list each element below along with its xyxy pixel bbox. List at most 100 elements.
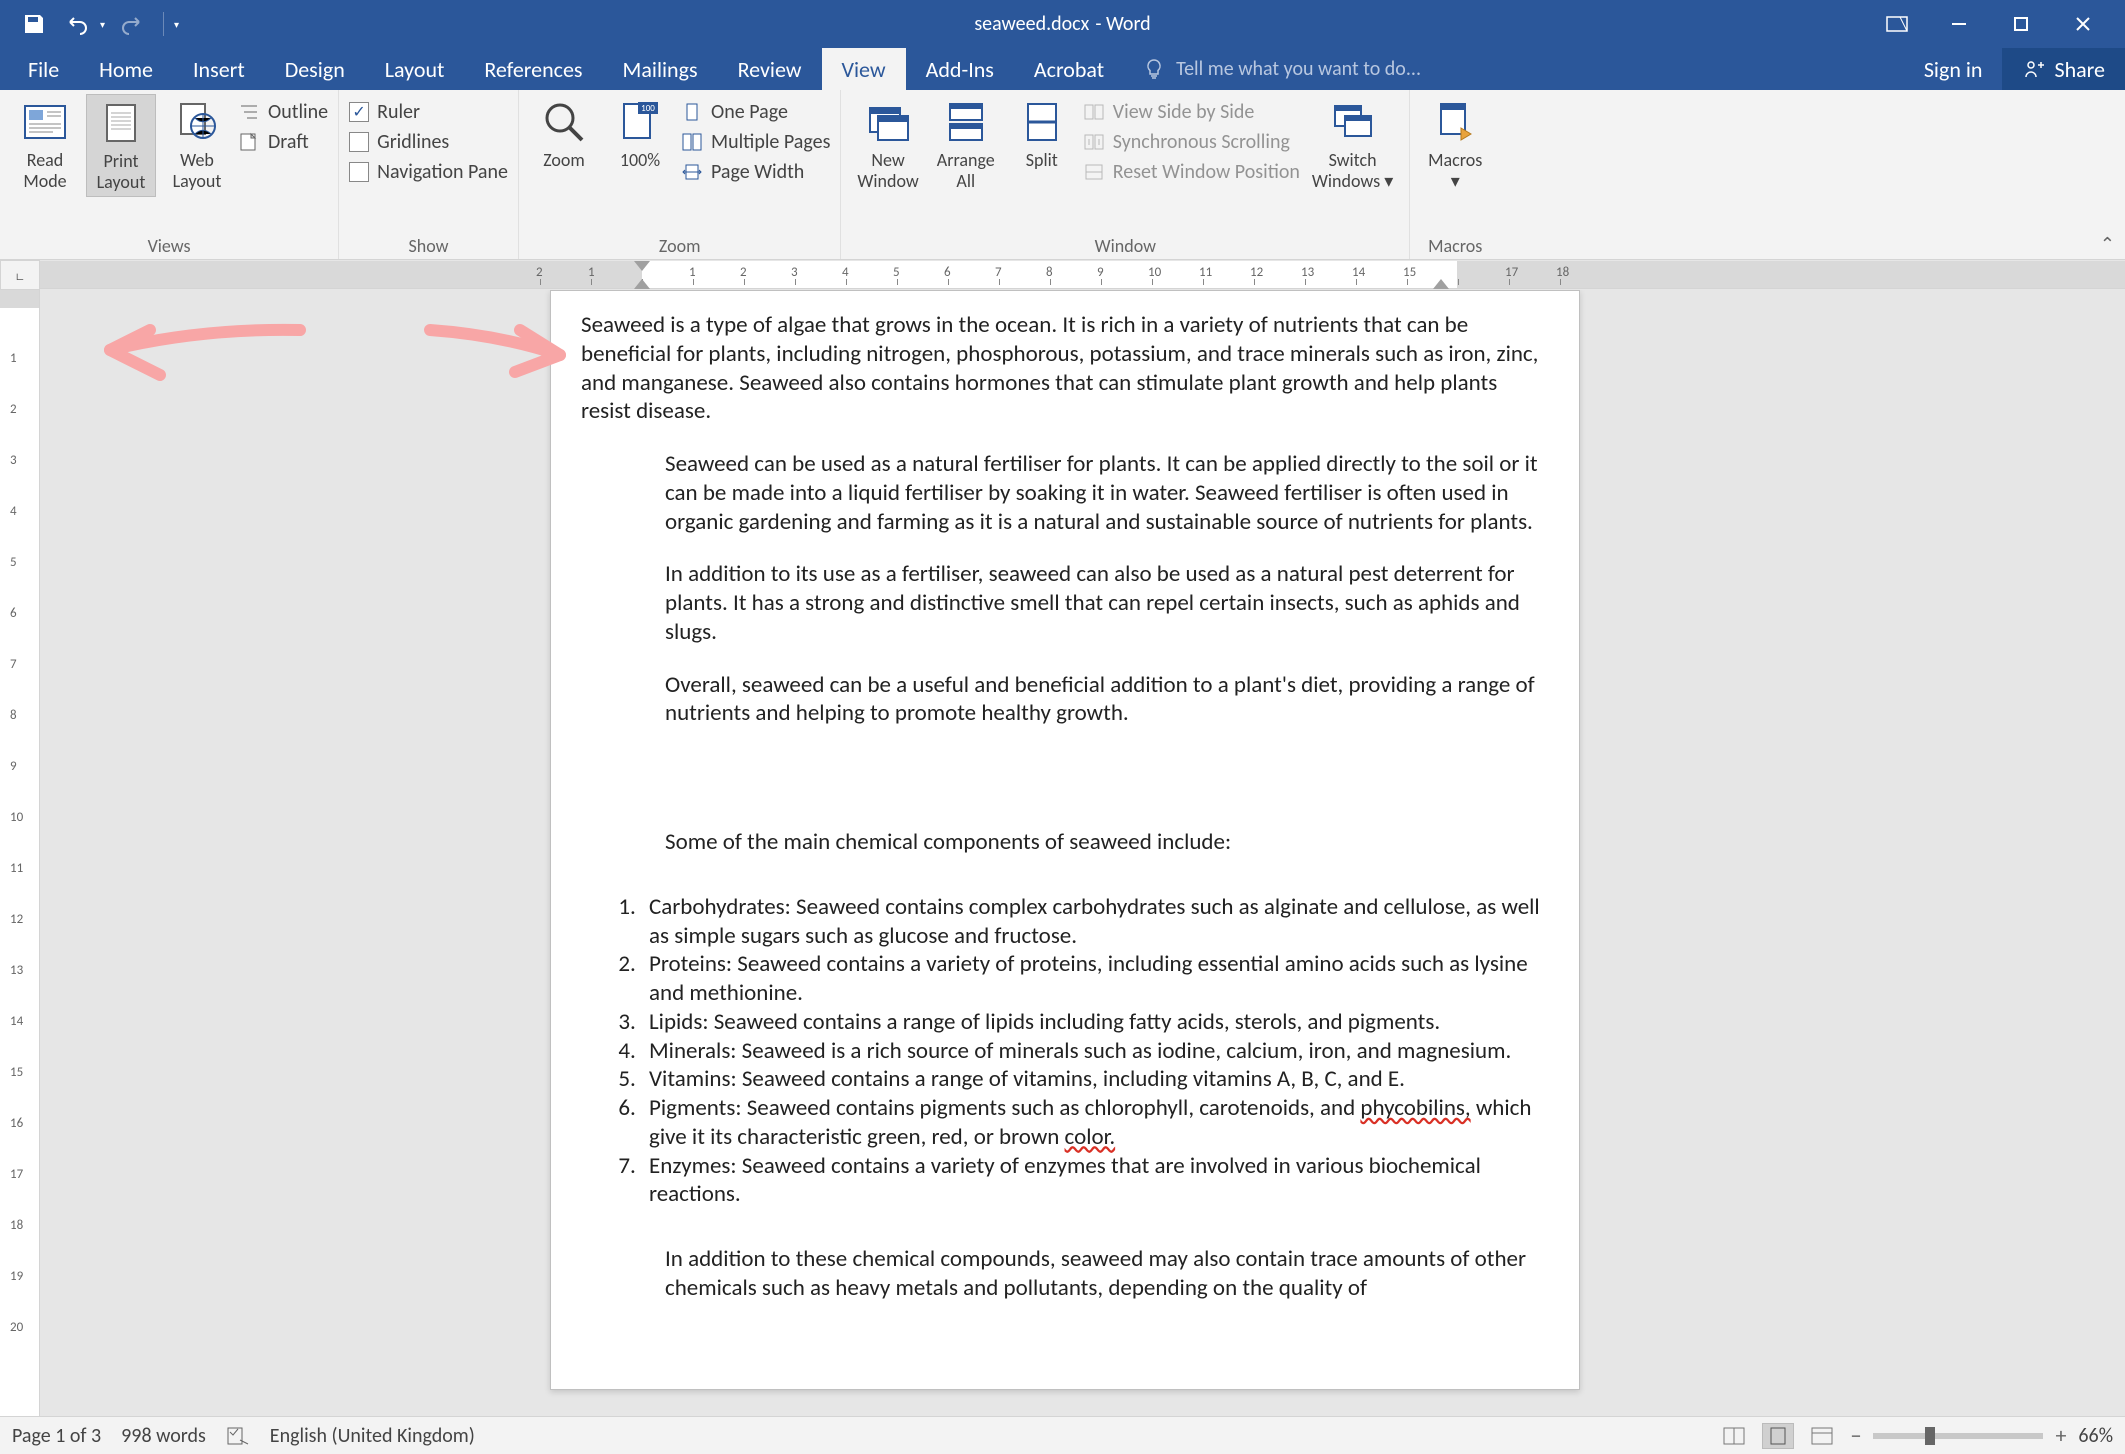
vertical-ruler[interactable]: 1234567891011121314151617181920 [0,290,40,1416]
page-width-button[interactable]: Page Width [681,160,830,184]
list-item[interactable]: Carbohydrates: Seaweed contains complex … [641,893,1549,951]
arrange-all-icon [942,98,990,146]
list-item[interactable]: Proteins: Seaweed contains a variety of … [641,950,1549,1008]
ruler-row: ∟ 211234567891011121314151718 [0,260,2125,290]
zoom-level[interactable]: 66% [2078,1424,2113,1448]
split-icon [1018,98,1066,146]
zoom-in-button[interactable]: + [2055,1422,2066,1449]
split-button[interactable]: Split [1007,94,1077,175]
web-layout-icon [173,98,221,146]
tab-references[interactable]: References [464,48,602,90]
synchronous-scrolling-button[interactable]: Synchronous Scrolling [1083,130,1300,154]
read-mode-view-button[interactable] [1718,1423,1750,1449]
paragraph[interactable]: Seaweed is a type of algae that grows in… [581,311,1549,426]
chevron-down-icon: ▾ [1451,170,1460,192]
minimize-button[interactable] [1937,8,1981,40]
group-views: ReadMode PrintLayout WebLayout Outline D… [0,90,339,259]
new-window-button[interactable]: NewWindow [851,94,924,195]
tab-view[interactable]: View [822,48,906,90]
web-layout-view-button[interactable] [1806,1423,1838,1449]
save-button[interactable] [16,8,52,40]
page-width-icon [681,161,703,183]
paragraph[interactable]: Overall, seaweed can be a useful and ben… [665,671,1549,729]
numbered-list[interactable]: Carbohydrates: Seaweed contains complex … [641,893,1549,1209]
tell-me-search[interactable]: Tell me what you want to do... [1124,48,1439,90]
window-title: seaweed.docx - Word [974,12,1150,36]
word-count[interactable]: 998 words [121,1424,206,1448]
page-indicator[interactable]: Page 1 of 3 [12,1424,101,1448]
paragraph[interactable]: In addition to its use as a fertiliser, … [665,560,1549,646]
outline-button[interactable]: Outline [238,100,328,124]
document-page[interactable]: Seaweed is a type of algae that grows in… [550,290,1580,1390]
maximize-button[interactable] [1999,8,2043,40]
view-side-by-side-button[interactable]: View Side by Side [1083,100,1300,124]
checkbox-checked-icon: ✓ [349,102,369,122]
paragraph[interactable]: Seaweed can be used as a natural fertili… [665,450,1549,536]
side-by-side-icon [1083,101,1105,123]
outline-icon [238,101,260,123]
tab-home[interactable]: Home [79,48,173,90]
group-show: ✓Ruler Gridlines Navigation Pane Show [339,90,519,259]
draft-icon [238,131,260,153]
checkbox-icon [349,162,369,182]
navigation-pane-checkbox[interactable]: Navigation Pane [349,160,508,184]
tab-layout[interactable]: Layout [365,48,465,90]
paragraph[interactable]: In addition to these chemical compounds,… [665,1245,1549,1303]
undo-dropdown-icon[interactable]: ▾ [100,18,105,31]
redo-button[interactable] [113,8,149,40]
one-page-icon [681,101,703,123]
multiple-pages-button[interactable]: Multiple Pages [681,130,830,154]
proofing-icon[interactable] [226,1426,250,1446]
reset-position-icon [1083,161,1105,183]
web-layout-button[interactable]: WebLayout [162,94,232,195]
read-mode-icon [21,98,69,146]
spelling-error[interactable]: color. [1065,1123,1116,1151]
list-item[interactable]: Lipids: Seaweed contains a range of lipi… [641,1008,1549,1037]
arrange-all-button[interactable]: ArrangeAll [931,94,1001,195]
checkbox-icon [349,132,369,152]
zoom-slider[interactable] [1873,1433,2043,1439]
print-layout-button[interactable]: PrintLayout [86,94,156,197]
sign-in-link[interactable]: Sign in [1904,48,2003,90]
spelling-error[interactable]: phycobilins, [1360,1094,1470,1122]
print-layout-icon [97,99,145,147]
document-scroll[interactable]: Seaweed is a type of algae that grows in… [40,290,2125,1416]
macros-button[interactable]: Macros▾ [1420,94,1490,195]
zoom-button[interactable]: Zoom [529,94,599,175]
list-item[interactable]: Pigments: Seaweed contains pigments such… [641,1094,1549,1152]
one-page-button[interactable]: One Page [681,100,830,124]
group-macros: Macros▾ Macros [1410,90,1500,259]
zoom-100-button[interactable]: 100 100% [605,94,675,175]
reset-window-position-button[interactable]: Reset Window Position [1083,160,1300,184]
draft-button[interactable]: Draft [238,130,328,154]
tab-acrobat[interactable]: Acrobat [1014,48,1124,90]
tab-selector[interactable]: ∟ [0,260,40,290]
list-item[interactable]: Vitamins: Seaweed contains a range of vi… [641,1065,1549,1094]
qat-customize-icon[interactable]: ▾ [174,18,179,31]
tab-review[interactable]: Review [718,48,822,90]
ruler-checkbox[interactable]: ✓Ruler [349,100,508,124]
print-layout-view-button[interactable] [1762,1423,1794,1449]
tab-file[interactable]: File [8,48,79,90]
document-filename: seaweed.docx [974,12,1089,36]
share-button[interactable]: Share [2002,48,2125,90]
tab-design[interactable]: Design [265,48,365,90]
close-button[interactable] [2061,8,2105,40]
paragraph[interactable]: Some of the main chemical components of … [665,828,1549,857]
list-item[interactable]: Enzymes: Seaweed contains a variety of e… [641,1152,1549,1210]
tab-mailings[interactable]: Mailings [603,48,718,90]
ribbon-display-options-button[interactable] [1875,8,1919,40]
switch-windows-button[interactable]: SwitchWindows ▾ [1306,94,1399,195]
horizontal-ruler[interactable]: 211234567891011121314151718 [40,261,2125,289]
tab-insert[interactable]: Insert [173,48,265,90]
collapse-ribbon-button[interactable]: ⌃ [2100,233,2115,255]
read-mode-button[interactable]: ReadMode [10,94,80,195]
list-item[interactable]: Minerals: Seaweed is a rich source of mi… [641,1037,1549,1066]
gridlines-checkbox[interactable]: Gridlines [349,130,508,154]
zoom-out-button[interactable]: − [1850,1422,1861,1449]
tab-addins[interactable]: Add-Ins [906,48,1014,90]
language-indicator[interactable]: English (United Kingdom) [270,1424,475,1448]
chevron-down-icon: ▾ [1384,170,1393,192]
undo-button[interactable] [60,8,96,40]
app-name: - Word [1095,12,1150,36]
